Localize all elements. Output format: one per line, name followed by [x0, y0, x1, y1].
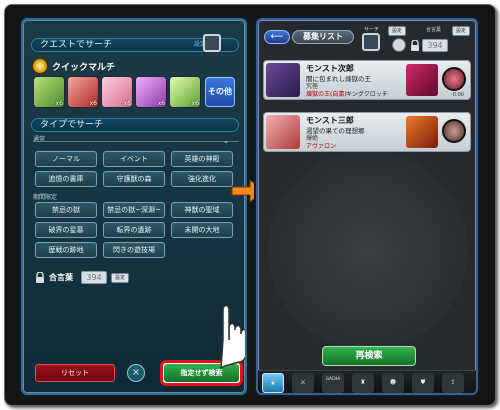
- type-button-normal[interactable]: ノーマル: [35, 151, 97, 167]
- monster-count: x6: [55, 100, 63, 107]
- password-label: 合言葉: [426, 27, 442, 33]
- type-search-header: タイプでサーチ: [31, 118, 239, 132]
- co-op-monster-icon: [442, 119, 466, 143]
- bottom-tab-bar: ★ ⚔ GACHA ♜ ☻ ⛊ ⇪: [258, 370, 476, 393]
- tab-home-icon[interactable]: ★: [262, 373, 284, 393]
- type-button-beast-sanctuary[interactable]: 神獣の聖域: [171, 202, 233, 218]
- password-field[interactable]: 394: [81, 271, 107, 284]
- filter-icon[interactable]: [392, 38, 406, 52]
- chevron-down-icon[interactable]: ⌄: [223, 137, 229, 145]
- monster-count: x6: [123, 100, 131, 107]
- password-settings-button[interactable]: 設定: [111, 273, 129, 283]
- quest-tag: アヴァロン: [306, 143, 337, 150]
- monster-icon-5[interactable]: x6: [169, 76, 201, 108]
- other-button[interactable]: その他: [205, 77, 235, 107]
- type-button-game-hall[interactable]: 閃きの遊技場: [103, 242, 165, 258]
- tab-monster-box-icon[interactable]: ♜: [352, 373, 374, 393]
- password-field[interactable]: 394: [422, 39, 448, 52]
- type-button-evolution[interactable]: 強化進化: [171, 171, 233, 187]
- monster-icon-4[interactable]: x6: [135, 76, 167, 108]
- limited-section-label: 期間限定: [33, 194, 58, 201]
- search-panel: クエストでサーチ 設定中 クイックマルチ x6 x6 x6 x6 x6 その他 …: [21, 18, 247, 395]
- monster-count: x6: [191, 100, 199, 107]
- password-label: 合言葉: [49, 273, 73, 282]
- co-op-monster-icon: [442, 67, 466, 91]
- pointing-hand-icon: [220, 304, 245, 370]
- tab-quest-icon[interactable]: ⚔: [292, 373, 314, 393]
- type-button-guardian-forest[interactable]: 守護獣の森: [103, 171, 165, 187]
- lock-icon: [411, 40, 419, 51]
- type-button-forbidden[interactable]: 禁忌の獄: [35, 202, 97, 218]
- quick-multi-label: クイックマルチ: [52, 63, 116, 73]
- monster-count: x6: [157, 100, 165, 107]
- quest-tag-2: キングクロッチ: [346, 91, 388, 98]
- host-monster-avatar: [266, 115, 300, 149]
- monster-icon-3[interactable]: x6: [101, 76, 133, 108]
- recruit-card[interactable]: モンスト三郎 渇望の果ての理想郷 爆絶 アヴァロン: [263, 112, 471, 152]
- tab-other-icon[interactable]: ⇪: [442, 373, 464, 393]
- quest-search-label: クエストでサーチ: [40, 40, 113, 50]
- monster-count: x6: [89, 100, 97, 107]
- type-button-forbidden-abyss[interactable]: 禁忌の獄~深淵~: [103, 202, 165, 218]
- tab-shop-icon[interactable]: ⛊: [412, 373, 434, 393]
- search-label: サーチ: [364, 27, 380, 33]
- type-button-unexplored-land[interactable]: 未開の大地: [171, 222, 233, 238]
- elapsed-time: -0:00: [450, 92, 464, 98]
- background-emblem: [268, 150, 468, 350]
- quest-search-toggle[interactable]: [203, 34, 221, 52]
- tab-friends-icon[interactable]: ☻: [382, 373, 404, 393]
- search-toggle[interactable]: [362, 33, 380, 51]
- divider: [33, 141, 239, 149]
- research-button[interactable]: 再検索: [322, 346, 416, 366]
- boss-icon: [406, 116, 438, 148]
- reset-button[interactable]: リセット: [35, 364, 115, 382]
- type-button-memory-archive[interactable]: 追憶の書庫: [35, 171, 97, 187]
- quest-tag: 煉獄の王(自粛): [306, 91, 347, 98]
- close-button[interactable]: ×: [127, 364, 145, 382]
- page-title: 募集リスト: [292, 30, 354, 44]
- monster-icon-2[interactable]: x6: [67, 76, 99, 108]
- type-button-battle-site[interactable]: 歴戦の跡地: [35, 242, 97, 258]
- recruit-list-panel: ⟵ 募集リスト サーチ 設定 合言葉 394 設定 モンスト次郎 闇に包まれし煉…: [256, 18, 478, 395]
- tab-gacha-icon[interactable]: GACHA: [322, 373, 344, 393]
- lock-icon: [36, 272, 44, 283]
- type-button-event[interactable]: イベント: [103, 151, 165, 167]
- password-settings-button[interactable]: 設定: [452, 26, 470, 36]
- back-button[interactable]: ⟵: [264, 30, 290, 44]
- type-button-star-tomb[interactable]: 破界の星墓: [35, 222, 97, 238]
- quick-multi-icon: [32, 58, 48, 74]
- host-monster-avatar: [266, 63, 300, 97]
- type-button-ruins[interactable]: 転界の遺跡: [103, 222, 165, 238]
- recruit-card[interactable]: モンスト次郎 闇に包まれし煉獄の王 究極 煉獄の王(自粛) キングクロッチ -0…: [263, 60, 471, 100]
- type-search-label: タイプでサーチ: [40, 120, 104, 130]
- boss-icon: [406, 64, 438, 96]
- type-button-hero-temple[interactable]: 英雄の神殿: [171, 151, 233, 167]
- search-settings-button[interactable]: 設定: [388, 26, 406, 36]
- monster-icon-1[interactable]: x6: [33, 76, 65, 108]
